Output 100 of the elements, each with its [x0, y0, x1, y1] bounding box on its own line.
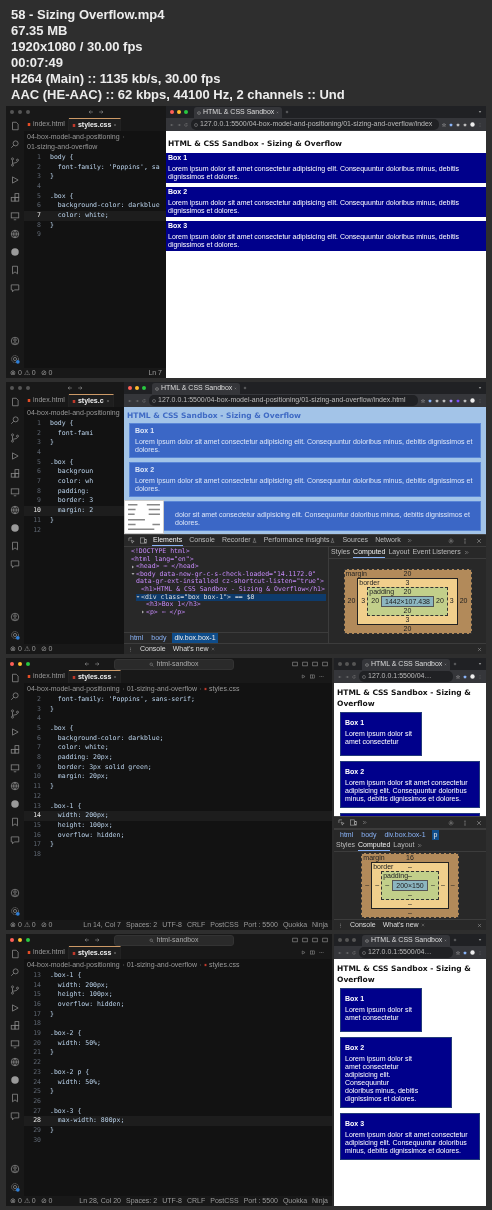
close-window-button[interactable] — [170, 110, 174, 114]
tab-list-icon[interactable] — [478, 386, 482, 390]
close-window-button[interactable] — [128, 386, 132, 390]
files-icon[interactable] — [10, 397, 20, 407]
maximize-window-button[interactable] — [26, 662, 30, 666]
forward-arrow-icon[interactable] — [98, 109, 104, 115]
maximize-window-button[interactable] — [26, 386, 30, 390]
split-editor-icon[interactable] — [310, 950, 315, 955]
back-arrow-icon[interactable] — [84, 661, 90, 667]
close-window-button[interactable] — [10, 662, 14, 666]
close-icon[interactable] — [476, 537, 482, 544]
minimize-window-button[interactable] — [18, 386, 22, 390]
circle-icon[interactable] — [10, 1075, 20, 1085]
profile-icon[interactable] — [470, 674, 475, 679]
tab-list-icon[interactable] — [478, 938, 482, 942]
bookmark-icon[interactable] — [10, 541, 20, 551]
tab-list-icon[interactable] — [478, 110, 482, 114]
circle-icon[interactable] — [10, 523, 20, 533]
extension-icon[interactable] — [463, 674, 467, 679]
close-window-button[interactable] — [338, 938, 342, 942]
account-icon[interactable] — [10, 612, 20, 622]
search-icon[interactable] — [10, 691, 20, 701]
settings-icon[interactable] — [448, 819, 454, 826]
branch-icon[interactable] — [10, 709, 20, 719]
profile-icon[interactable] — [470, 122, 475, 127]
play-icon[interactable] — [10, 175, 20, 185]
close-window-button[interactable] — [10, 938, 14, 942]
bookmark-icon[interactable] — [10, 1093, 20, 1103]
device-icon[interactable] — [350, 819, 357, 826]
play-icon[interactable] — [10, 451, 20, 461]
circle-icon[interactable] — [10, 247, 20, 257]
chat-icon[interactable] — [10, 835, 20, 845]
close-window-button[interactable] — [338, 662, 342, 666]
run-icon[interactable] — [301, 674, 306, 679]
forward-arrow-icon[interactable] — [94, 937, 100, 943]
extensions-icon[interactable] — [10, 745, 20, 755]
globe-icon[interactable] — [10, 229, 20, 239]
account-icon[interactable] — [10, 1164, 20, 1174]
extensions-icon[interactable] — [10, 193, 20, 203]
account-icon[interactable] — [10, 888, 20, 898]
minimize-window-button[interactable] — [135, 386, 139, 390]
globe-icon[interactable] — [10, 781, 20, 791]
chat-icon[interactable] — [10, 1111, 20, 1121]
branch-icon[interactable] — [10, 985, 20, 995]
search-icon[interactable] — [10, 139, 20, 149]
maximize-window-button[interactable] — [352, 938, 356, 942]
close-icon[interactable] — [476, 819, 482, 826]
profile-icon[interactable] — [470, 398, 475, 403]
minimize-window-button[interactable] — [177, 110, 181, 114]
maximize-window-button[interactable] — [184, 110, 188, 114]
minimize-window-button[interactable] — [18, 662, 22, 666]
branch-icon[interactable] — [10, 157, 20, 167]
maximize-window-button[interactable] — [352, 662, 356, 666]
settings-icon[interactable] — [10, 354, 20, 364]
chevron-icon[interactable] — [463, 550, 469, 555]
circle-icon[interactable] — [10, 799, 20, 809]
monitor-icon[interactable] — [10, 763, 20, 773]
chevron-icon[interactable] — [362, 820, 367, 825]
forward-arrow-icon[interactable] — [77, 385, 83, 391]
minimize-window-button[interactable] — [18, 938, 22, 942]
close-icon[interactable] — [477, 646, 482, 652]
chevron-icon[interactable] — [417, 843, 423, 848]
settings-icon[interactable] — [448, 537, 454, 544]
forward-arrow-icon[interactable] — [94, 661, 100, 667]
files-icon[interactable] — [10, 949, 20, 959]
close-window-button[interactable] — [10, 110, 14, 114]
inspect-icon[interactable] — [338, 819, 345, 826]
maximize-window-button[interactable] — [26, 938, 30, 942]
extensions-icon[interactable] — [10, 469, 20, 479]
maximize-window-button[interactable] — [142, 386, 146, 390]
chevron-icon[interactable] — [406, 538, 412, 543]
maximize-window-button[interactable] — [26, 110, 30, 114]
bookmark-icon[interactable] — [10, 265, 20, 275]
files-icon[interactable] — [10, 121, 20, 131]
split-editor-icon[interactable] — [310, 674, 315, 679]
monitor-icon[interactable] — [10, 211, 20, 221]
play-icon[interactable] — [10, 727, 20, 737]
profile-icon[interactable] — [470, 950, 475, 955]
settings-icon[interactable] — [10, 630, 20, 640]
chat-icon[interactable] — [10, 559, 20, 569]
files-icon[interactable] — [10, 673, 20, 683]
monitor-icon[interactable] — [10, 487, 20, 497]
close-icon[interactable] — [477, 922, 482, 928]
search-icon[interactable] — [10, 415, 20, 425]
settings-icon[interactable] — [10, 906, 20, 916]
back-arrow-icon[interactable] — [84, 937, 90, 943]
minimize-window-button[interactable] — [18, 110, 22, 114]
extensions-icon[interactable] — [10, 1021, 20, 1031]
globe-icon[interactable] — [10, 1057, 20, 1067]
bookmark-icon[interactable] — [10, 817, 20, 827]
settings-icon[interactable] — [10, 1182, 20, 1192]
search-icon[interactable] — [10, 967, 20, 977]
extension-icon[interactable] — [463, 950, 467, 955]
branch-icon[interactable] — [10, 433, 20, 443]
close-window-button[interactable] — [10, 386, 14, 390]
inspect-icon[interactable] — [128, 537, 135, 544]
device-icon[interactable] — [140, 537, 147, 544]
run-icon[interactable] — [301, 950, 306, 955]
back-arrow-icon[interactable] — [88, 109, 94, 115]
play-icon[interactable] — [10, 1003, 20, 1013]
